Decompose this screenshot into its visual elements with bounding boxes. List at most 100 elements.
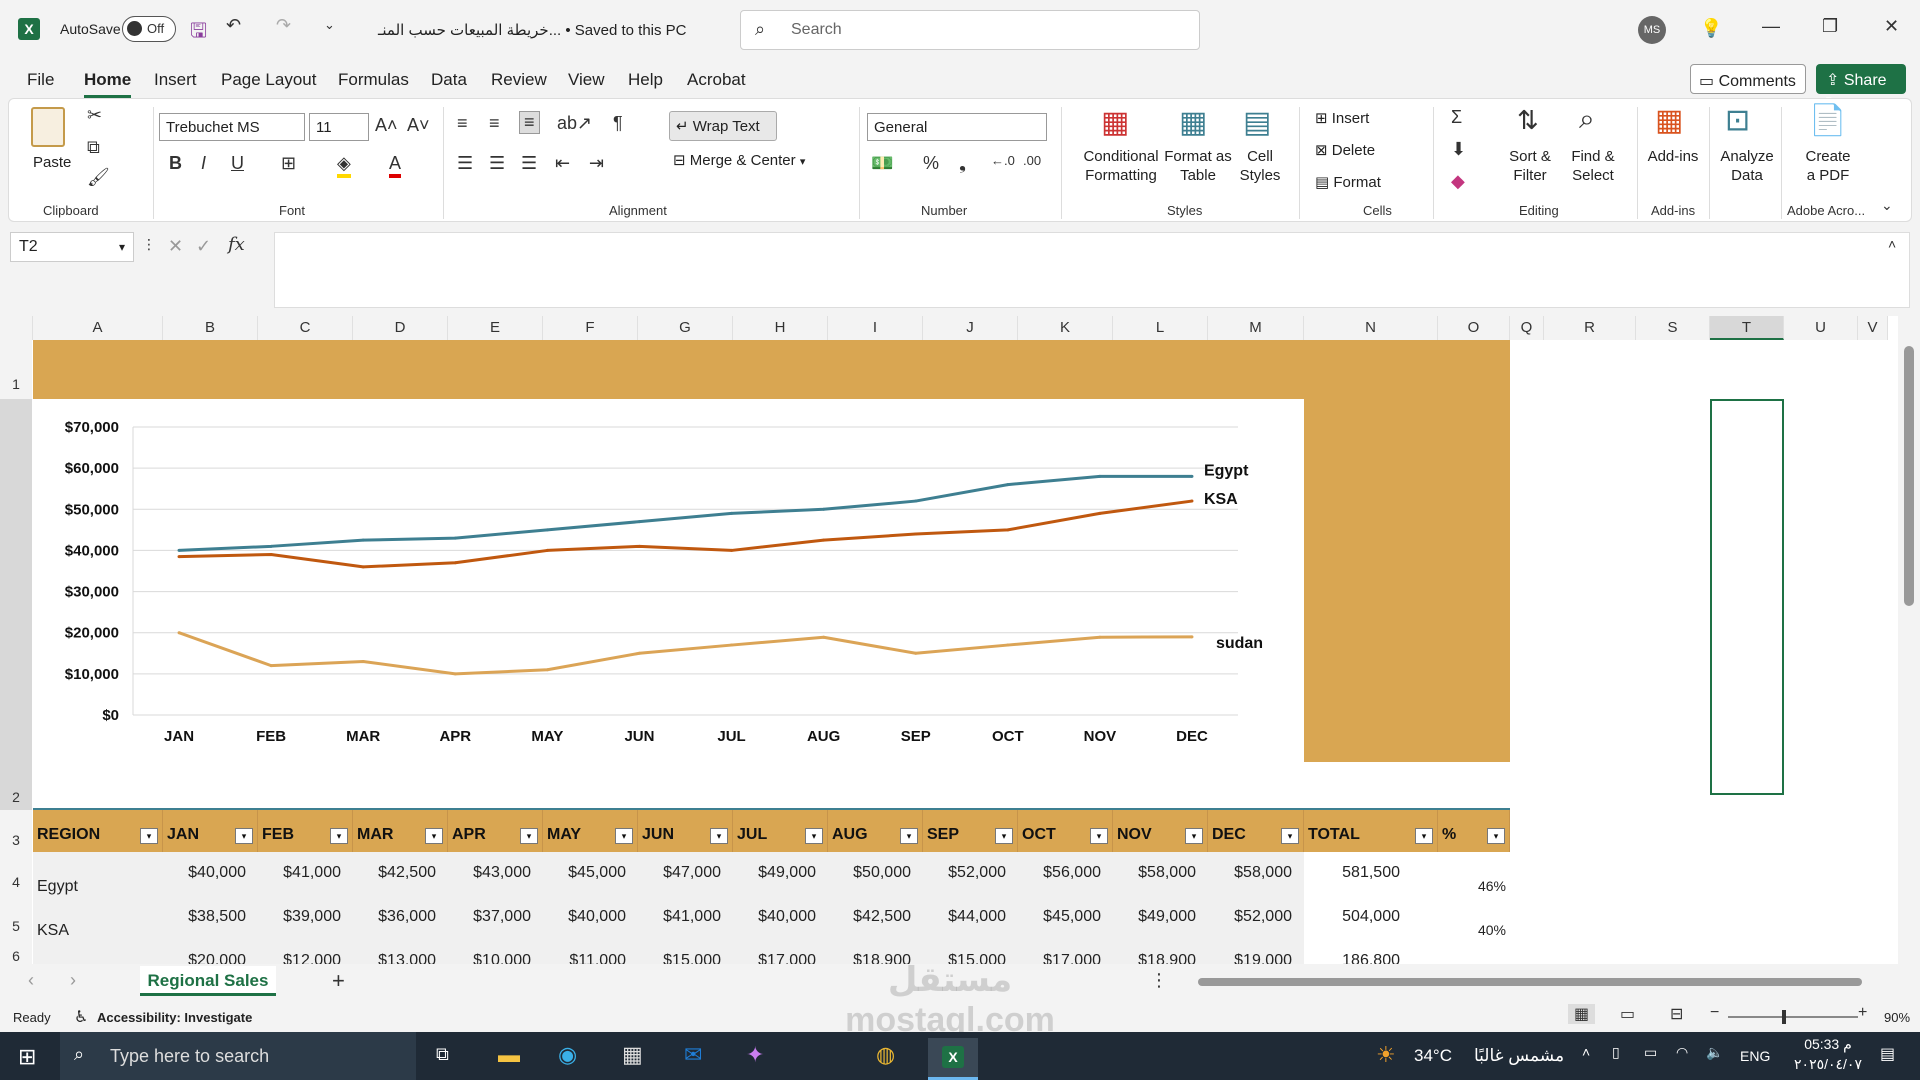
lightbulb-icon[interactable]: 💡	[1700, 18, 1722, 39]
weather-icon[interactable]: ☀	[1376, 1042, 1396, 1068]
volume-icon[interactable]: 🔈	[1706, 1044, 1723, 1061]
clear-icon[interactable]: ◆	[1451, 171, 1465, 192]
menu-formulas[interactable]: Formulas	[338, 70, 409, 90]
align-top-icon[interactable]: ≡	[457, 113, 468, 134]
fill-icon[interactable]: ⬇	[1451, 139, 1466, 160]
month-value-cell[interactable]: $36,000	[353, 908, 436, 926]
orientation-icon[interactable]: ab↗	[557, 113, 592, 134]
find-select-icon[interactable]: ⌕	[1579, 103, 1595, 136]
zoom-slider[interactable]	[1728, 1010, 1858, 1024]
collapse-formula-icon[interactable]: ˄	[1888, 236, 1896, 252]
column-header[interactable]: Q	[1510, 316, 1544, 340]
month-value-cell[interactable]: $43,000	[448, 864, 531, 882]
increase-font-icon[interactable]: A˄	[375, 115, 398, 136]
column-header[interactable]: T	[1710, 316, 1784, 340]
name-box[interactable]: T2 ▾	[10, 232, 134, 262]
filter-dropdown-icon[interactable]: ▾	[235, 828, 253, 844]
font-color-icon[interactable]: A	[389, 153, 402, 178]
scroll-thumb[interactable]	[1904, 346, 1914, 606]
align-middle-icon[interactable]: ≡	[489, 113, 500, 134]
menu-page-layout[interactable]: Page Layout	[221, 70, 316, 90]
selected-cell-t2[interactable]	[1710, 399, 1784, 795]
sort-filter-button[interactable]: Sort & Filter	[1505, 147, 1555, 185]
column-header[interactable]: M	[1208, 316, 1304, 340]
file-explorer-icon[interactable]: ▬	[498, 1042, 520, 1068]
fx-icon[interactable]: fx	[228, 234, 245, 255]
number-format-select[interactable]: General	[867, 113, 1047, 141]
paste-icon[interactable]	[31, 107, 65, 147]
month-value-cell[interactable]: $42,500	[353, 864, 436, 882]
italic-icon[interactable]: I	[201, 153, 206, 174]
next-sheet-icon[interactable]: ›	[70, 970, 76, 991]
filter-dropdown-icon[interactable]: ▾	[520, 828, 538, 844]
addins-icon[interactable]: ▦	[1655, 103, 1683, 138]
comments-button[interactable]: ▭ Comments	[1690, 64, 1806, 94]
horizontal-scrollbar[interactable]	[1184, 976, 1890, 988]
borders-icon[interactable]: ⊞	[281, 153, 296, 174]
column-header[interactable]: V	[1858, 316, 1888, 340]
month-value-cell[interactable]: $44,000	[923, 908, 1006, 926]
bold-icon[interactable]: B	[169, 153, 182, 174]
zoom-thumb[interactable]	[1782, 1010, 1786, 1024]
hscroll-thumb[interactable]	[1198, 978, 1862, 986]
zoom-level[interactable]: 90%	[1884, 1010, 1910, 1025]
task-view-icon[interactable]: ⧉	[436, 1044, 449, 1065]
menu-file[interactable]: File	[27, 70, 54, 90]
month-value-cell[interactable]: $52,000	[1208, 908, 1292, 926]
filter-dropdown-icon[interactable]: ▾	[1185, 828, 1203, 844]
column-header[interactable]: F	[543, 316, 638, 340]
analyze-data-icon[interactable]: ⊡	[1725, 103, 1750, 138]
create-pdf-button[interactable]: Create a PDF	[1803, 147, 1853, 185]
outlook-icon[interactable]: ✉	[684, 1042, 702, 1068]
zoom-out-icon[interactable]: −	[1710, 1004, 1719, 1022]
align-right-icon[interactable]: ☰	[521, 153, 537, 174]
region-cell[interactable]: Egypt	[37, 878, 78, 896]
decrease-decimal-icon[interactable]: .00	[1023, 153, 1041, 168]
worksheet-grid[interactable]: A B C D E F G H I J K L M N O Q R S T U …	[0, 316, 1920, 983]
sort-filter-icon[interactable]: ⇅	[1517, 105, 1539, 136]
align-center-icon[interactable]: ☰	[489, 153, 505, 174]
filter-dropdown-icon[interactable]: ▾	[805, 828, 823, 844]
avatar[interactable]: MS	[1638, 16, 1666, 44]
increase-decimal-icon[interactable]: ←.0	[991, 153, 1015, 168]
search-box[interactable]: ⌕ Search	[740, 10, 1200, 50]
filter-dropdown-icon[interactable]: ▾	[1281, 828, 1299, 844]
currency-icon[interactable]: 💵	[871, 153, 893, 174]
column-header[interactable]: K	[1018, 316, 1113, 340]
clock-date[interactable]: ٢٠٢٥/٠٤/٠٧	[1786, 1056, 1870, 1073]
autosum-icon[interactable]: Σ	[1451, 107, 1462, 128]
column-header[interactable]: D	[353, 316, 448, 340]
quick-access-dropdown-icon[interactable]: ⌄	[324, 17, 335, 33]
conditional-formatting-icon[interactable]: ▦	[1101, 105, 1129, 140]
decrease-indent-icon[interactable]: ⇤	[555, 153, 570, 174]
weather-description[interactable]: مشمس غالبًا	[1474, 1046, 1564, 1066]
column-header[interactable]: H	[733, 316, 828, 340]
cell-styles-button[interactable]: Cell Styles	[1237, 147, 1283, 185]
excel-taskbar-icon[interactable]: X	[928, 1038, 978, 1080]
column-header[interactable]: G	[638, 316, 733, 340]
redo-icon[interactable]: ↷	[276, 15, 291, 36]
column-header[interactable]: B	[163, 316, 258, 340]
menu-review[interactable]: Review	[491, 70, 547, 90]
cut-icon[interactable]: ✂	[87, 105, 102, 126]
month-value-cell[interactable]: $49,000	[1113, 908, 1196, 926]
clock-time[interactable]: 05:33 م	[1786, 1036, 1870, 1053]
collapse-ribbon-icon[interactable]: ⌄	[1881, 197, 1893, 214]
column-header[interactable]: J	[923, 316, 1018, 340]
month-value-cell[interactable]: $41,000	[258, 864, 341, 882]
addins-button[interactable]: Add-ins	[1641, 147, 1705, 166]
formula-input[interactable]	[274, 232, 1910, 308]
month-value-cell[interactable]: $42,500	[828, 908, 911, 926]
prev-sheet-icon[interactable]: ‹	[28, 970, 34, 991]
increase-indent-icon[interactable]: ⇥	[589, 153, 604, 174]
device-icon[interactable]: ▯	[1612, 1044, 1620, 1061]
insert-cells-button[interactable]: ⊞ Insert	[1315, 109, 1369, 127]
comma-icon[interactable]: ❟	[959, 153, 966, 174]
cancel-entry-icon[interactable]: ✕	[168, 236, 183, 257]
undo-icon[interactable]: ↶	[226, 15, 241, 36]
conditional-formatting-button[interactable]: Conditional Formatting	[1071, 147, 1171, 185]
month-value-cell[interactable]: $39,000	[258, 908, 341, 926]
accessibility-status[interactable]: Accessibility: Investigate	[97, 1010, 252, 1025]
month-value-cell[interactable]: $38,500	[163, 908, 246, 926]
analyze-data-button[interactable]: Analyze Data	[1719, 147, 1775, 185]
